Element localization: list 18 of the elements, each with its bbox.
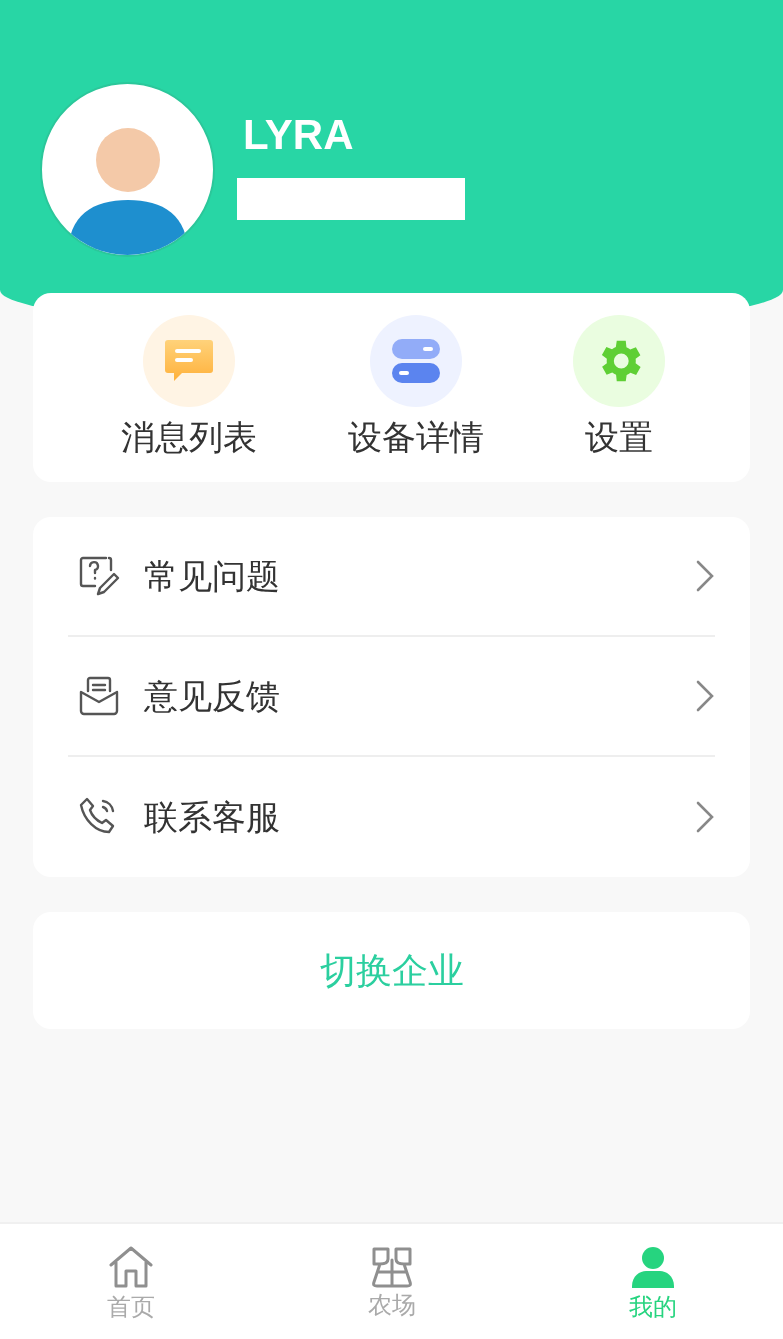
menu-label: 意见反馈 bbox=[144, 675, 281, 717]
sprout-plot-icon bbox=[370, 1246, 413, 1288]
menu-item[interactable]: 意见反馈 bbox=[68, 637, 715, 757]
envelope-icon bbox=[78, 675, 120, 717]
home-icon bbox=[107, 1246, 154, 1290]
question-edit-icon bbox=[78, 555, 120, 597]
menu-label: 常见问题 bbox=[144, 555, 281, 597]
chevron-right-icon bbox=[695, 800, 715, 834]
chevron-right-icon bbox=[695, 559, 715, 593]
person-icon bbox=[629, 1246, 676, 1290]
menu-item[interactable]: 常见问题 bbox=[68, 517, 715, 637]
quick-action[interactable]: 消息列表 bbox=[33, 315, 346, 482]
user-name: LYRA bbox=[243, 110, 355, 160]
quick-action[interactable]: 设备详情 bbox=[345, 315, 488, 482]
quick-action[interactable]: 设置 bbox=[487, 315, 750, 482]
chevron-right-icon bbox=[695, 679, 715, 713]
menu-item[interactable]: 联系客服 bbox=[68, 757, 715, 877]
menu-label: 联系客服 bbox=[144, 796, 281, 838]
